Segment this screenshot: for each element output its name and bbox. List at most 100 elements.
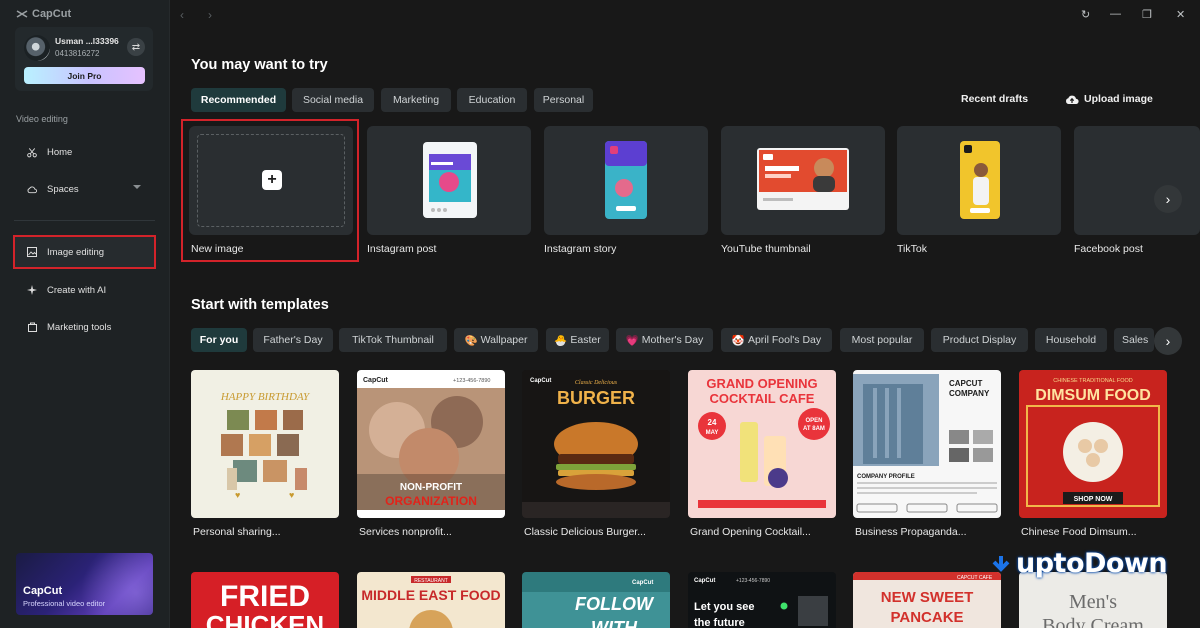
cloud-icon xyxy=(27,184,37,194)
promo-subtitle: Professional video editor xyxy=(23,599,106,608)
sidebar-item-image-editing[interactable]: Image editing xyxy=(13,235,156,269)
template-card-fried-chicken[interactable]: FRIED CHICKEN xyxy=(191,572,339,628)
template-label: Services nonprofit... xyxy=(359,526,452,538)
chevron-down-icon[interactable] xyxy=(133,185,141,189)
template-card-sweet-pancake[interactable]: CAPCUT CAFE NEW SWEET PANCAKE xyxy=(853,572,1001,628)
sidebar-item-spaces[interactable]: Spaces xyxy=(14,173,155,205)
user-id: 0413816272 xyxy=(55,49,100,58)
sidebar-item-home[interactable]: Home xyxy=(14,136,155,168)
size-card-youtube-thumbnail[interactable] xyxy=(721,126,885,235)
recent-drafts-link[interactable]: Recent drafts xyxy=(961,93,1028,105)
user-card: Usman ...l33396 0413816272 ⇄ Join Pro xyxy=(15,27,153,91)
sidebar-item-marketing-tools[interactable]: Marketing tools xyxy=(14,311,155,343)
sidebar-item-label: Home xyxy=(47,146,73,158)
template-text: BURGER xyxy=(557,388,635,408)
template-text: FRIED xyxy=(220,580,310,613)
template-card-dimsum[interactable]: CHINESE TRADITIONAL FOOD DIMSUM FOOD SHO… xyxy=(1019,370,1167,518)
svg-text:♥: ♥ xyxy=(235,490,240,500)
try-heading: You may want to try xyxy=(191,57,328,73)
template-text: MIDDLE EAST FOOD xyxy=(361,587,500,603)
size-card-instagram-post[interactable] xyxy=(367,126,531,235)
tab-education[interactable]: Education xyxy=(457,88,527,112)
next-arrow-icon[interactable]: › xyxy=(1154,185,1182,213)
upload-image-button[interactable]: Upload image xyxy=(1065,93,1153,105)
template-text: GRAND OPENING xyxy=(706,376,817,391)
tab-most-popular[interactable]: Most popular xyxy=(840,328,924,352)
promo-banner[interactable]: CapCut Professional video editor xyxy=(16,553,153,615)
size-card-instagram-story[interactable] xyxy=(544,126,708,235)
restore-icon[interactable]: ❐ xyxy=(1142,8,1152,21)
tab-for-you[interactable]: For you xyxy=(191,328,247,352)
tab-easter[interactable]: 🐣 Easter xyxy=(546,328,609,352)
svg-text:Classic Delicious: Classic Delicious xyxy=(575,380,618,386)
tab-marketing[interactable]: Marketing xyxy=(381,88,451,112)
size-label-youtube-thumbnail: YouTube thumbnail xyxy=(721,243,811,255)
switch-account-icon[interactable]: ⇄ xyxy=(127,38,145,56)
youtube-thumbnail-thumbnail xyxy=(757,148,849,210)
upload-image-label: Upload image xyxy=(1084,93,1153,105)
svg-text:24: 24 xyxy=(708,418,717,427)
cloud-upload-icon xyxy=(1066,95,1079,104)
template-card-burger[interactable]: CapCut Classic Delicious BURGER xyxy=(522,370,670,518)
size-label-instagram-post: Instagram post xyxy=(367,243,437,255)
join-pro-button[interactable]: Join Pro xyxy=(24,67,145,84)
template-card-follow-with[interactable]: CapCut FOLLOW WITH xyxy=(522,572,670,628)
avatar[interactable] xyxy=(24,35,50,61)
tab-sales[interactable]: Sales xyxy=(1114,328,1154,352)
size-label-new-image: New image xyxy=(191,243,244,255)
template-text: DIMSUM FOOD xyxy=(1035,387,1151,404)
tab-fathers-day[interactable]: Father's Day xyxy=(253,328,333,352)
template-card-company[interactable]: CAPCUT COMPANY COMPANY PROFILE xyxy=(853,370,1001,518)
refresh-icon[interactable]: ↻ xyxy=(1081,8,1090,21)
tab-april-fools-day[interactable]: 🤡 April Fool's Day xyxy=(721,328,832,352)
forward-arrow-icon[interactable]: › xyxy=(208,8,212,22)
tab-label: April Fool's Day xyxy=(747,334,822,346)
template-card-see-the-future[interactable]: CapCut +123-456-7890 Let you see the fut… xyxy=(688,572,836,628)
tab-tiktok-thumbnail[interactable]: TikTok Thumbnail xyxy=(339,328,447,352)
clown-icon: 🤡 xyxy=(731,334,745,347)
template-text: CAPCUT xyxy=(949,379,982,388)
sidebar: CapCut Usman ...l33396 0413816272 ⇄ Join… xyxy=(0,0,170,628)
tab-product-display[interactable]: Product Display xyxy=(931,328,1028,352)
svg-text:CapCut: CapCut xyxy=(632,580,653,586)
close-icon[interactable]: ✕ xyxy=(1176,8,1185,21)
template-card-birthday[interactable]: HAPPY BIRTHDAY ♥ ♥ xyxy=(191,370,339,518)
heart-icon: 💗 xyxy=(625,334,639,347)
highlight-frame xyxy=(181,119,359,262)
svg-text:COMPANY: COMPANY xyxy=(949,389,990,398)
watermark-text: uptoDown xyxy=(1016,548,1168,579)
template-card-nonprofit[interactable]: CapCut +123-456-7890 NON-PROFIT ORGANIZA… xyxy=(357,370,505,518)
size-card-tiktok[interactable] xyxy=(897,126,1061,235)
tab-household[interactable]: Household xyxy=(1035,328,1107,352)
tab-wallpaper[interactable]: 🎨 Wallpaper xyxy=(454,328,538,352)
tab-label: Mother's Day xyxy=(641,334,704,346)
chick-icon: 🐣 xyxy=(554,334,568,347)
svg-text:PANCAKE: PANCAKE xyxy=(890,609,963,626)
svg-text:CAPCUT CAFE: CAPCUT CAFE xyxy=(957,575,993,581)
template-label: Grand Opening Cocktail... xyxy=(690,526,811,538)
size-card-facebook-post[interactable] xyxy=(1074,126,1200,235)
svg-text:AT 8AM: AT 8AM xyxy=(803,426,825,432)
svg-text:the future: the future xyxy=(694,617,745,628)
tab-mothers-day[interactable]: 💗 Mother's Day xyxy=(616,328,713,352)
size-label-instagram-story: Instagram story xyxy=(544,243,617,255)
next-arrow-icon[interactable]: › xyxy=(1154,327,1182,355)
svg-text:OPEN: OPEN xyxy=(805,418,822,424)
tiktok-thumbnail xyxy=(960,141,1000,219)
sidebar-item-create-with-ai[interactable]: Create with AI xyxy=(14,274,155,306)
template-card-body-cream[interactable]: Men's Body Cream xyxy=(1019,572,1167,628)
top-bar: ‹ › ↻ — ❐ ✕ xyxy=(170,0,1200,30)
tab-social-media[interactable]: Social media xyxy=(292,88,374,112)
template-card-middle-east-food[interactable]: RESTAURANT MIDDLE EAST FOOD xyxy=(357,572,505,628)
divider xyxy=(14,220,155,221)
tab-recommended[interactable]: Recommended xyxy=(191,88,286,112)
size-label-facebook-post: Facebook post xyxy=(1074,243,1143,255)
tab-personal[interactable]: Personal xyxy=(534,88,593,112)
promo-title: CapCut xyxy=(23,585,63,597)
template-card-cocktail[interactable]: GRAND OPENING COCKTAIL CAFE 24 MAY OPEN … xyxy=(688,370,836,518)
svg-text:COMPANY PROFILE: COMPANY PROFILE xyxy=(857,474,915,480)
download-arrow-icon xyxy=(992,555,1010,572)
recent-drafts-label: Recent drafts xyxy=(961,93,1029,105)
back-arrow-icon[interactable]: ‹ xyxy=(180,8,184,22)
minimize-icon[interactable]: — xyxy=(1110,8,1121,20)
